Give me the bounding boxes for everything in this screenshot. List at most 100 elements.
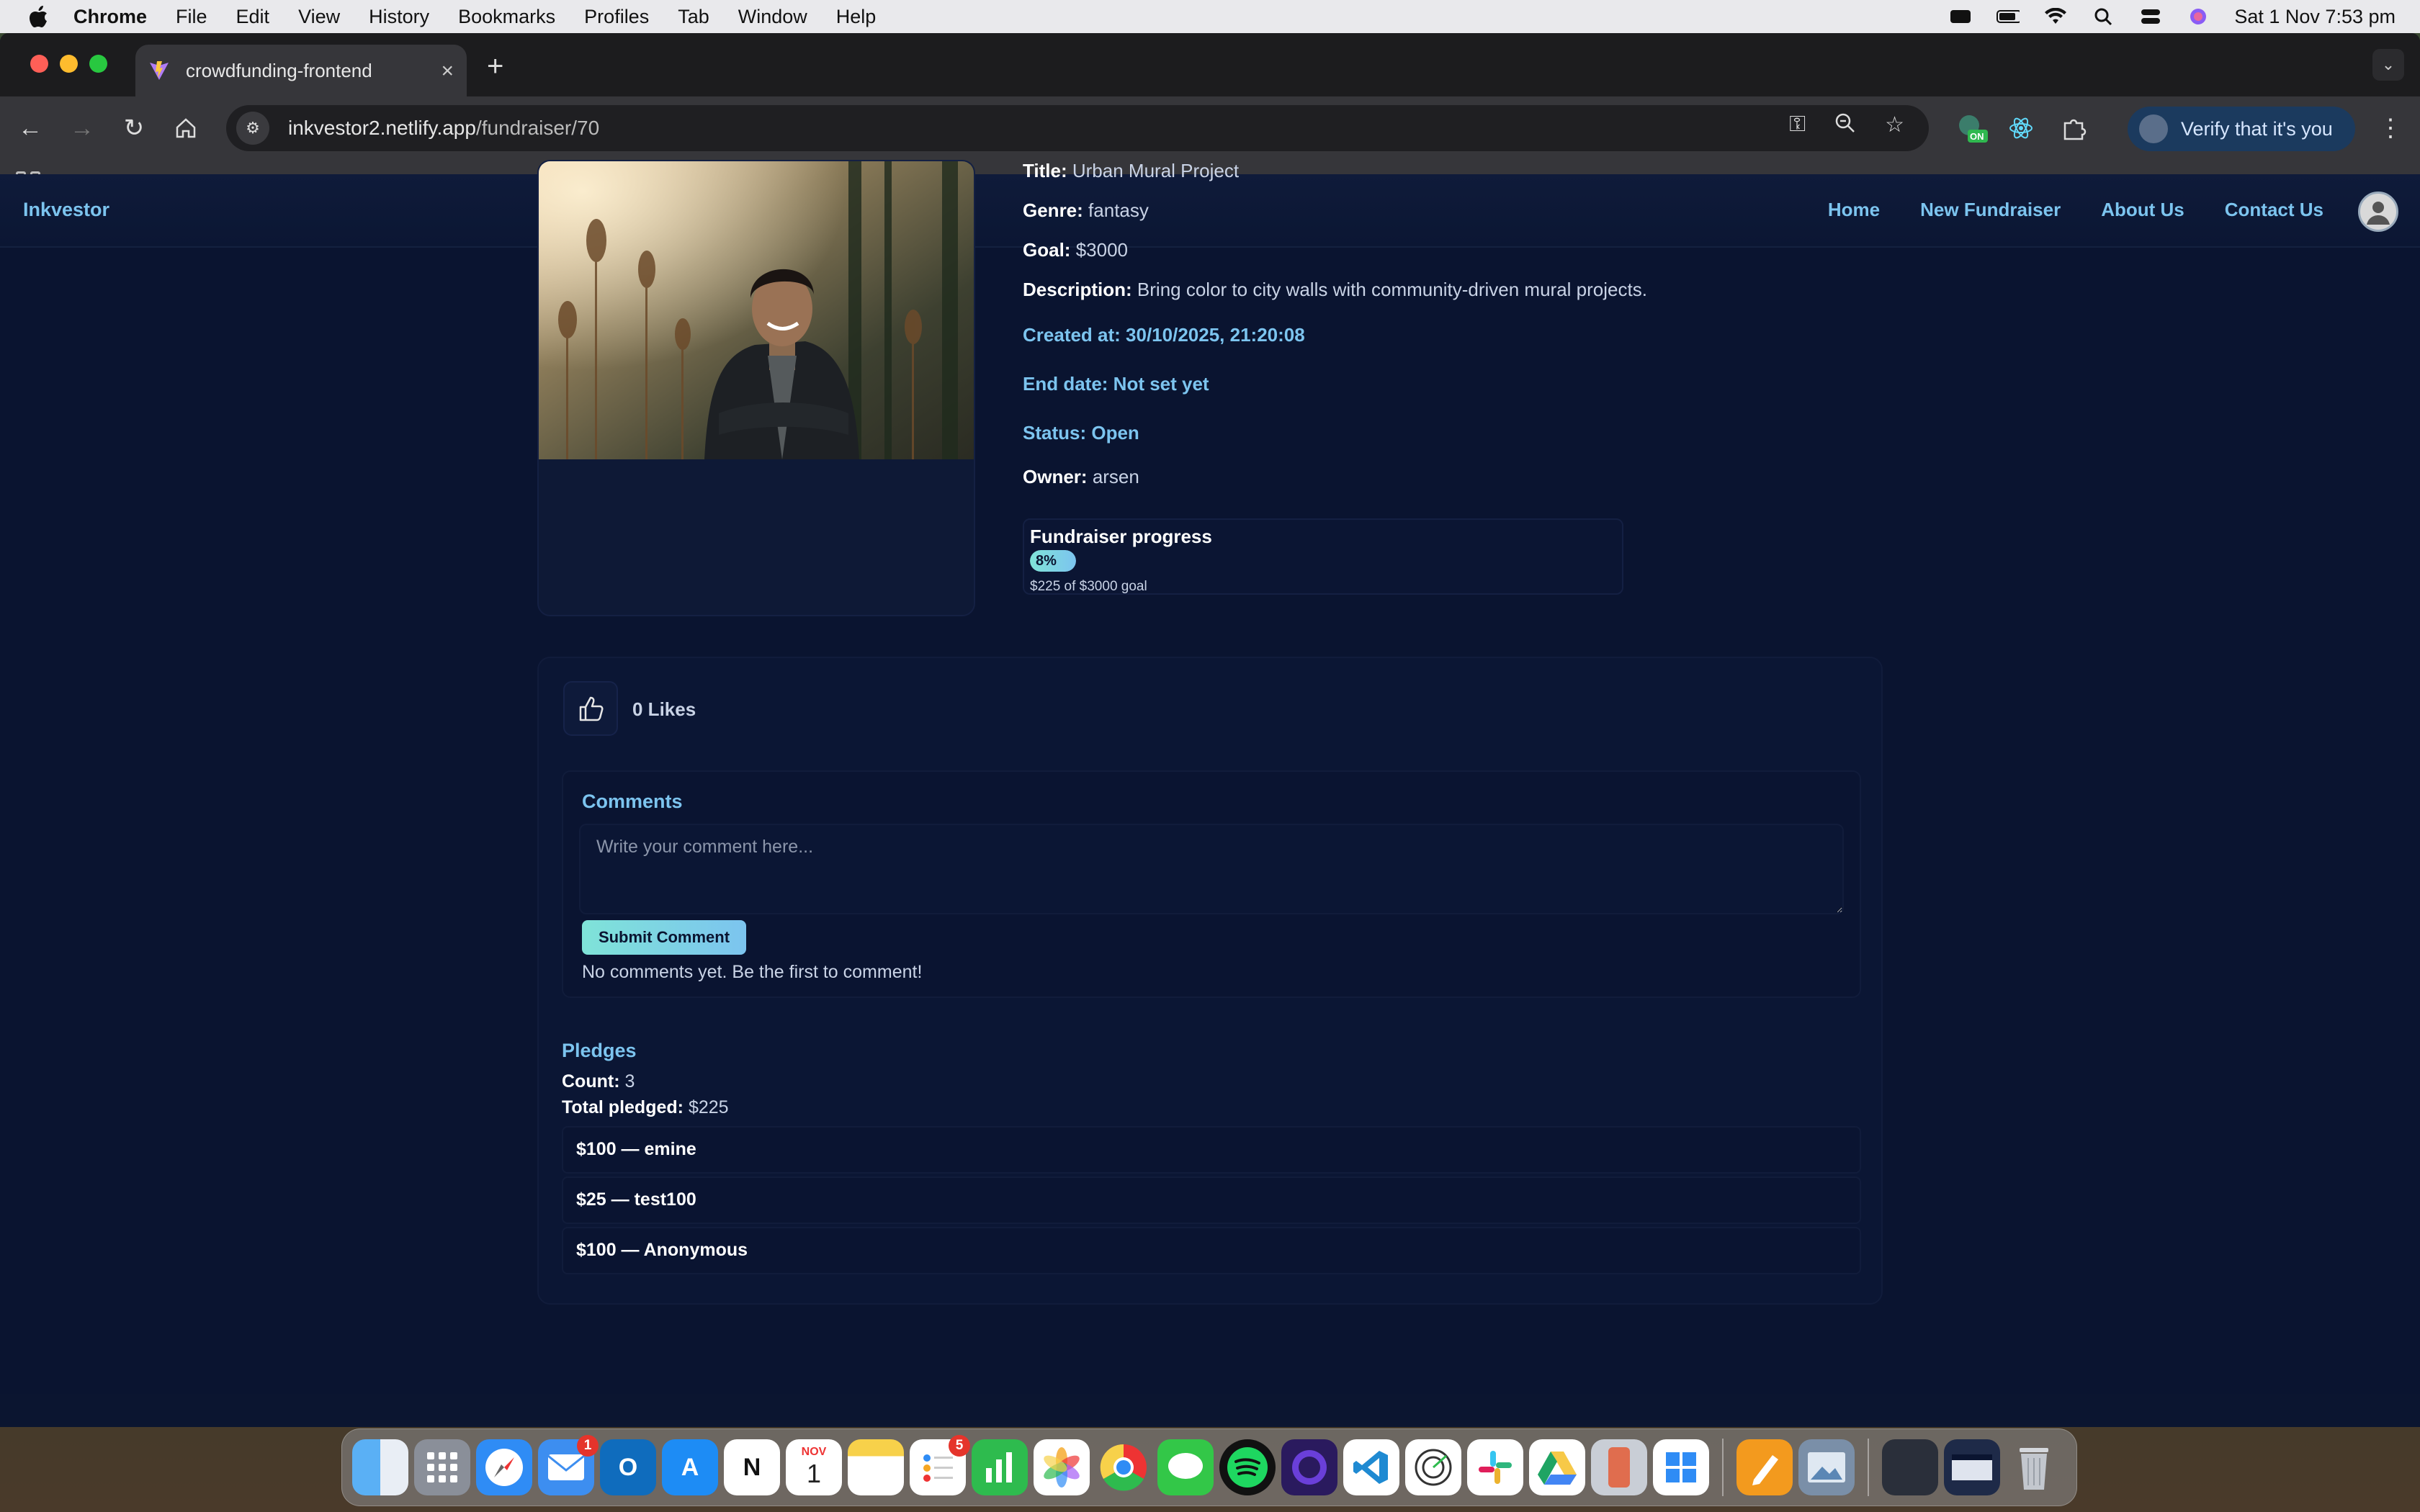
messages-icon[interactable] [1157, 1439, 1214, 1495]
bookmark-star-icon[interactable]: ☆ [1885, 112, 1904, 140]
likes-count: 0 Likes [632, 698, 696, 720]
chrome-menu-icon[interactable]: ⋮ [2378, 114, 2403, 143]
engagement-panel: 0 Likes Comments Submit Comment No comme… [537, 657, 1883, 1305]
verify-label: Verify that it's you [2181, 117, 2333, 140]
vscode-icon[interactable] [1343, 1439, 1399, 1495]
nav-home-link[interactable]: Home [1828, 199, 1880, 221]
tab-title: crowdfunding-frontend [186, 59, 372, 81]
url-text[interactable]: inkvestor2.netlify.app/fundraiser/70 [288, 117, 599, 140]
display-icon[interactable] [1949, 6, 1972, 27]
progress-note: $225 of $3000 goal [1030, 579, 1147, 594]
new-tab-button[interactable]: + [487, 50, 503, 83]
site-info-icon[interactable]: ⚙ [236, 112, 269, 145]
safari-icon[interactable] [476, 1439, 532, 1495]
site-navbar: Inkvestor Home New Fundraiser About Us C… [0, 174, 2420, 248]
menu-app-name[interactable]: Chrome [73, 6, 147, 28]
chrome-icon[interactable] [1095, 1439, 1152, 1495]
back-button[interactable]: ← [14, 112, 46, 144]
extension-on-icon[interactable]: ON [1955, 111, 1989, 145]
menu-profiles[interactable]: Profiles [584, 6, 649, 28]
fundraiser-title: Urban Mural Project [1072, 160, 1240, 181]
slack-icon[interactable] [1467, 1439, 1523, 1495]
menu-tab[interactable]: Tab [678, 6, 709, 28]
google-drive-icon[interactable] [1529, 1439, 1585, 1495]
calendar-icon[interactable]: NOV 1 [786, 1439, 842, 1495]
comment-input[interactable] [579, 824, 1844, 914]
recent-window-icon[interactable] [1882, 1439, 1938, 1495]
status: Status: Open [1023, 422, 1139, 444]
progress-title: Fundraiser progress [1030, 526, 1212, 547]
menubar-clock[interactable]: Sat 1 Nov 7:53 pm [2234, 6, 2396, 28]
launchpad-icon[interactable] [414, 1439, 470, 1495]
like-button[interactable] [563, 681, 618, 736]
nav-about-link[interactable]: About Us [2101, 199, 2184, 221]
macos-menubar: Chrome File Edit View History Bookmarks … [0, 0, 2420, 33]
fundraiser-description: Bring color to city walls with community… [1137, 279, 1647, 300]
siri-icon[interactable] [2187, 6, 2210, 27]
nav-contact-link[interactable]: Contact Us [2225, 199, 2323, 221]
tab-active[interactable]: crowdfunding-frontend × [135, 45, 467, 96]
minimize-window-button[interactable] [60, 55, 78, 73]
menu-history[interactable]: History [369, 6, 429, 28]
notion-icon[interactable]: N [724, 1439, 780, 1495]
svg-text:ON: ON [1970, 131, 1984, 142]
notes-icon[interactable] [848, 1439, 904, 1495]
dock-separator [1722, 1439, 1724, 1496]
vite-favicon-icon [150, 61, 169, 80]
numbers-icon[interactable] [972, 1439, 1028, 1495]
preview-icon[interactable] [1798, 1439, 1855, 1495]
reminders-badge: 5 [949, 1435, 970, 1457]
fundraiser-progress: Fundraiser progress 8% $225 of $3000 goa… [1023, 518, 1623, 595]
apple-icon[interactable] [27, 4, 49, 29]
menu-window[interactable]: Window [738, 6, 807, 28]
zoom-window-button[interactable] [89, 55, 107, 73]
reload-button[interactable]: ↻ [118, 112, 150, 144]
mail-icon[interactable]: 1 [538, 1435, 599, 1495]
pages-icon[interactable] [1736, 1439, 1793, 1495]
verify-identity-button[interactable]: Verify that it's you [2128, 107, 2355, 151]
network-radar-icon[interactable] [1405, 1439, 1461, 1495]
extensions-puzzle-icon[interactable] [2057, 111, 2092, 145]
user-avatar[interactable] [2358, 192, 2398, 232]
menu-file[interactable]: File [176, 6, 207, 28]
zoom-icon[interactable] [1834, 112, 1856, 140]
comments-heading: Comments [582, 791, 683, 812]
wifi-icon[interactable] [2044, 6, 2067, 27]
tab-search-button[interactable]: ⌄ [2372, 49, 2404, 81]
browser-toolbar: ← → ↻ ⚙ inkvestor2.netlify.app/fundraise… [0, 96, 2420, 160]
submit-comment-button[interactable]: Submit Comment [582, 920, 746, 955]
home-button[interactable] [170, 112, 202, 144]
menu-bookmarks[interactable]: Bookmarks [458, 6, 555, 28]
address-bar[interactable]: ⚙ inkvestor2.netlify.app/fundraiser/70 ⚿… [226, 105, 1929, 151]
finder-icon[interactable] [352, 1439, 408, 1495]
forward-button[interactable]: → [66, 112, 98, 144]
tab-strip: crowdfunding-frontend × + ⌄ [0, 33, 2420, 96]
windows-app-icon[interactable] [1653, 1439, 1709, 1495]
menu-help[interactable]: Help [836, 6, 877, 28]
menu-edit[interactable]: Edit [236, 6, 270, 28]
goal-row: Goal: $3000 [1023, 239, 1128, 261]
spotify-icon[interactable] [1219, 1439, 1276, 1495]
genre-row: Genre: fantasy [1023, 199, 1149, 221]
menu-view[interactable]: View [298, 6, 340, 28]
control-center-icon[interactable] [2139, 6, 2162, 27]
tor-browser-icon[interactable] [1281, 1439, 1337, 1495]
password-key-icon[interactable]: ⚿ [1789, 112, 1806, 140]
pledge-item: $25 — test100 [562, 1176, 1861, 1224]
progress-percent: 8% [1036, 552, 1057, 569]
outlook-icon[interactable]: O [600, 1439, 656, 1495]
recent-window-icon[interactable] [1944, 1439, 2000, 1495]
battery-icon[interactable] [1996, 6, 2020, 27]
pledges-heading: Pledges [562, 1040, 637, 1061]
reminders-icon[interactable]: 5 [910, 1435, 970, 1495]
photos-icon[interactable] [1034, 1439, 1090, 1495]
trash-icon[interactable] [2006, 1439, 2062, 1495]
spotlight-search-icon[interactable] [2092, 6, 2115, 27]
app-store-icon[interactable]: A [662, 1439, 718, 1495]
close-window-button[interactable] [30, 55, 48, 73]
react-devtools-icon[interactable] [2004, 111, 2038, 145]
site-brand-link[interactable]: Inkvestor [23, 199, 109, 221]
iphone-mirroring-icon[interactable] [1591, 1439, 1647, 1495]
nav-new-fundraiser-link[interactable]: New Fundraiser [1920, 199, 2061, 221]
tab-close-icon[interactable]: × [441, 59, 454, 84]
